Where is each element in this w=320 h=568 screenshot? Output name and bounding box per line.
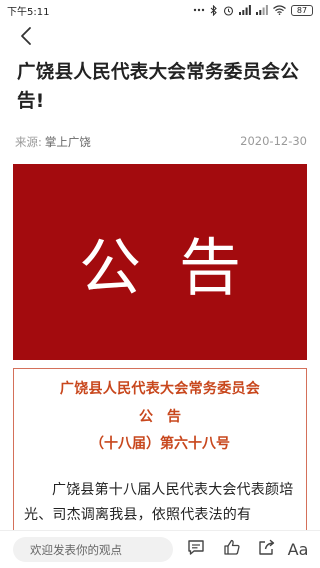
status-icons: 87 — [193, 4, 313, 16]
more-dots-icon — [193, 8, 205, 12]
comment-input[interactable] — [13, 537, 173, 562]
source-name[interactable]: 掌上广饶 — [45, 134, 91, 150]
announcement-banner-image: 公告 — [13, 164, 307, 360]
signal-icon — [239, 5, 251, 15]
font-size-button[interactable]: Aa — [287, 538, 309, 560]
font-size-icon: Aa — [287, 539, 309, 559]
bluetooth-icon — [210, 4, 218, 16]
notice-heading-text: 公告 — [139, 409, 195, 425]
notice-organization: 广饶县人民代表大会常务委员会 — [59, 381, 261, 397]
back-button[interactable] — [12, 24, 40, 52]
wifi-icon — [273, 5, 286, 15]
like-button[interactable] — [221, 538, 243, 560]
alarm-icon — [223, 5, 234, 16]
notice-body: 广饶县第十八届人民代表大会代表颜培光、司杰调离我县，依照代表法的有 — [24, 482, 294, 523]
comment-icon — [187, 539, 205, 560]
signal-icon-2 — [256, 5, 268, 15]
article-meta: 来源: 掌上广饶 2020-12-30 — [15, 134, 307, 152]
notice-heading: 公告 — [14, 406, 306, 426]
comment-button[interactable] — [185, 538, 207, 560]
thumbs-up-icon — [223, 539, 241, 560]
article-date: 2020-12-30 — [240, 134, 307, 148]
share-button[interactable] — [256, 538, 278, 560]
status-time: 下午5:11 — [7, 6, 50, 18]
bottom-action-bar: Aa — [0, 530, 320, 568]
nav-bar — [0, 22, 320, 54]
status-bar: 下午5:11 87 — [0, 0, 320, 20]
banner-text: 公告 — [78, 231, 279, 304]
article-title: 广饶县人民代表大会常务委员会公告! — [17, 62, 300, 112]
notice-number: （十八届）第六十八号 — [90, 436, 230, 452]
source-label: 来源: — [15, 135, 42, 149]
article-source: 来源: 掌上广饶 — [15, 134, 91, 150]
battery-indicator: 87 — [291, 4, 313, 16]
share-icon — [258, 539, 276, 560]
chevron-left-icon — [20, 26, 32, 50]
